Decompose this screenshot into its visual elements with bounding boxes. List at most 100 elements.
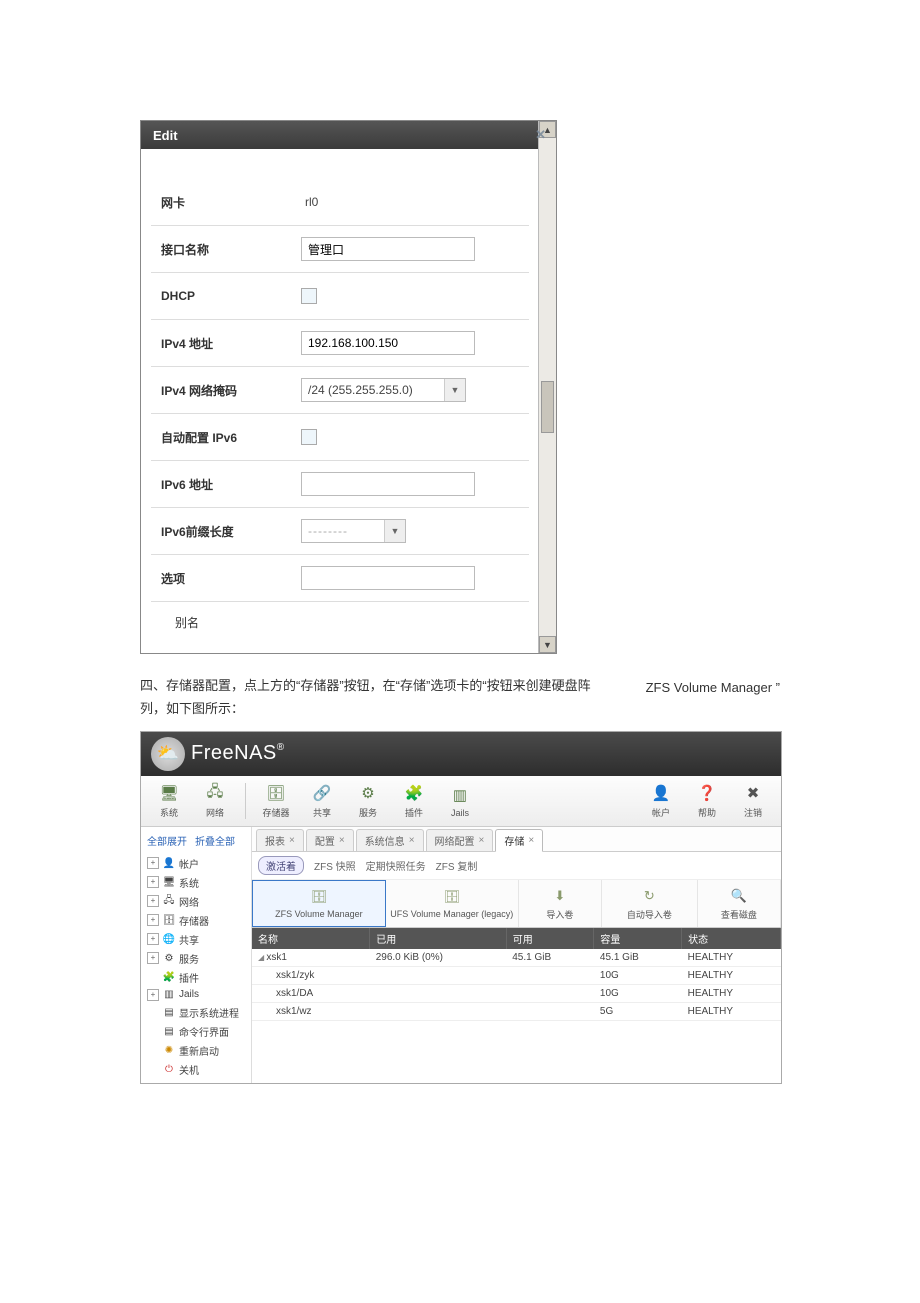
plugins-icon: 🧩 — [403, 782, 425, 804]
tab-netconf[interactable]: 网络配置× — [426, 829, 494, 851]
tree-item-system[interactable]: +🖥系统 — [141, 873, 251, 892]
dhcp-label: DHCP — [151, 289, 301, 303]
autoipv6-label: 自动配置 IPv6 — [151, 429, 301, 446]
close-icon[interactable]: ✕ — [535, 127, 546, 143]
action-import-volume[interactable]: ⬇导入卷 — [519, 880, 602, 927]
options-input[interactable] — [301, 566, 475, 590]
toolbar-logout[interactable]: ✖注销 — [733, 779, 773, 823]
scroll-thumb[interactable] — [541, 381, 554, 433]
toolbar-system[interactable]: 🖥系统 — [149, 779, 189, 823]
toolbar-jails[interactable]: ▥Jails — [440, 779, 480, 823]
table-cell — [506, 984, 594, 1002]
table-cell: HEALTHY — [682, 966, 781, 984]
table-row[interactable]: xsk1/wz5GHEALTHY — [252, 1002, 781, 1020]
ifname-input[interactable] — [301, 237, 475, 261]
close-icon[interactable]: × — [479, 835, 485, 846]
subnav-periodic[interactable]: 定期快照任务 — [366, 858, 426, 873]
subnav-active[interactable]: 激活着 — [258, 856, 304, 875]
table-row[interactable]: xsk1/zyk10GHEALTHY — [252, 966, 781, 984]
action-view-disks[interactable]: 🔍查看磁盘 — [698, 880, 781, 927]
toolbar-network[interactable]: 🖧网络 — [195, 779, 235, 823]
jails-icon: ▥ — [449, 784, 471, 806]
ipv6prefix-select[interactable]: -------- ▼ — [301, 519, 406, 543]
toolbar-storage[interactable]: 🗄存储器 — [256, 779, 296, 823]
expand-icon[interactable]: + — [147, 952, 159, 964]
tree-item-shutdown[interactable]: ⏻关机 — [141, 1060, 251, 1079]
tree-item-sysproc[interactable]: ▤显示系统进程 — [141, 1003, 251, 1022]
sub-nav: 激活着 ZFS 快照 定期快照任务 ZFS 复制 — [252, 852, 781, 880]
logout-icon: ✖ — [742, 782, 764, 804]
volume-table: 名称 已用 可用 容量 状态 xsk1296.0 KiB (0%)45.1 Gi… — [252, 928, 781, 1021]
close-icon[interactable]: × — [528, 835, 534, 846]
sharing-icon: 🔗 — [311, 782, 333, 804]
tree-item-services[interactable]: +⚙服务 — [141, 949, 251, 968]
toolbar-plugins[interactable]: 🧩插件 — [394, 779, 434, 823]
toolbar-help[interactable]: ❓帮助 — [687, 779, 727, 823]
ipv6prefix-label: IPv6前缀长度 — [151, 523, 301, 540]
tree-item-reboot[interactable]: ✺重新启动 — [141, 1041, 251, 1060]
tab-sysinfo[interactable]: 系统信息× — [356, 829, 424, 851]
expand-icon[interactable]: + — [147, 895, 159, 907]
sharing-icon: 🌐 — [163, 933, 175, 945]
table-cell: 296.0 KiB (0%) — [370, 949, 507, 967]
expand-icon[interactable]: + — [147, 876, 159, 888]
ipv4mask-select[interactable]: /24 (255.255.255.0) ▼ — [301, 378, 466, 402]
ipv6addr-input[interactable] — [301, 472, 475, 496]
toolbar-sharing[interactable]: 🔗共享 — [302, 779, 342, 823]
expand-icon[interactable]: + — [147, 914, 159, 926]
subnav-zfssnap[interactable]: ZFS 快照 — [314, 858, 356, 873]
collapse-all-link[interactable]: 折叠全部 — [195, 833, 235, 848]
toolbar-services[interactable]: ⚙服务 — [348, 779, 388, 823]
system-icon: 🖥 — [163, 876, 175, 888]
col-name[interactable]: 名称 — [252, 928, 370, 949]
alias-label: 别名 — [151, 601, 529, 643]
paragraph-right: ZFS Volume Manager ” — [620, 674, 780, 699]
col-cap[interactable]: 容量 — [594, 928, 682, 949]
tree-item-plugins[interactable]: 🧩插件 — [141, 968, 251, 987]
ipv4mask-label: IPv4 网络掩码 — [151, 382, 301, 399]
col-avail[interactable]: 可用 — [506, 928, 594, 949]
dhcp-checkbox[interactable] — [301, 288, 317, 304]
subnav-zfsrepl[interactable]: ZFS 复制 — [436, 858, 478, 873]
tab-storage[interactable]: 存储× — [495, 829, 543, 852]
tree-item-shell[interactable]: ▤命令行界面 — [141, 1022, 251, 1041]
expand-all-link[interactable]: 全部展开 — [147, 833, 187, 848]
toolbar-account[interactable]: 👤帐户 — [641, 779, 681, 823]
tab-settings[interactable]: 配置× — [306, 829, 354, 851]
col-used[interactable]: 已用 — [370, 928, 507, 949]
tree-item-storage[interactable]: +🗄存储器 — [141, 911, 251, 930]
tree-item-sharing[interactable]: +🌐共享 — [141, 930, 251, 949]
tree-item-network[interactable]: +🖧网络 — [141, 892, 251, 911]
toolbar-separator — [245, 783, 246, 819]
tab-reports[interactable]: 报表× — [256, 829, 304, 851]
services-icon: ⚙ — [163, 952, 175, 964]
terminal-icon: ▤ — [163, 1025, 175, 1037]
vertical-scrollbar[interactable]: ▲ ▼ — [538, 121, 556, 653]
close-icon[interactable]: × — [409, 835, 415, 846]
action-zfs-volume-manager[interactable]: 🗄ZFS Volume Manager — [252, 880, 386, 927]
expand-icon[interactable]: + — [147, 989, 159, 1001]
action-row: 🗄ZFS Volume Manager 🗄UFS Volume Manager … — [252, 880, 781, 928]
autoipv6-checkbox[interactable] — [301, 429, 317, 445]
table-row[interactable]: xsk1296.0 KiB (0%)45.1 GiB45.1 GiBHEALTH… — [252, 949, 781, 967]
table-cell: 5G — [594, 1002, 682, 1020]
options-label: 选项 — [151, 570, 301, 587]
tree-item-account[interactable]: +👤帐户 — [141, 854, 251, 873]
ipv4addr-input[interactable] — [301, 331, 475, 355]
account-icon: 👤 — [163, 857, 175, 869]
action-auto-import[interactable]: ↻自动导入卷 — [602, 880, 698, 927]
tree-item-jails[interactable]: +▥Jails — [141, 987, 251, 1003]
col-status[interactable]: 状态 — [682, 928, 781, 949]
reboot-icon: ✺ — [163, 1044, 175, 1056]
close-icon[interactable]: × — [339, 835, 345, 846]
table-row[interactable]: xsk1/DA10GHEALTHY — [252, 984, 781, 1002]
disks-icon: 🔍 — [729, 886, 749, 906]
close-icon[interactable]: × — [289, 835, 295, 846]
account-icon: 👤 — [650, 782, 672, 804]
help-icon: ❓ — [696, 782, 718, 804]
expand-icon[interactable]: + — [147, 933, 159, 945]
scroll-down-icon[interactable]: ▼ — [539, 636, 556, 653]
volume-icon: 🗄 — [309, 887, 329, 907]
expand-icon[interactable]: + — [147, 857, 159, 869]
action-ufs-volume-manager[interactable]: 🗄UFS Volume Manager (legacy) — [386, 880, 519, 927]
